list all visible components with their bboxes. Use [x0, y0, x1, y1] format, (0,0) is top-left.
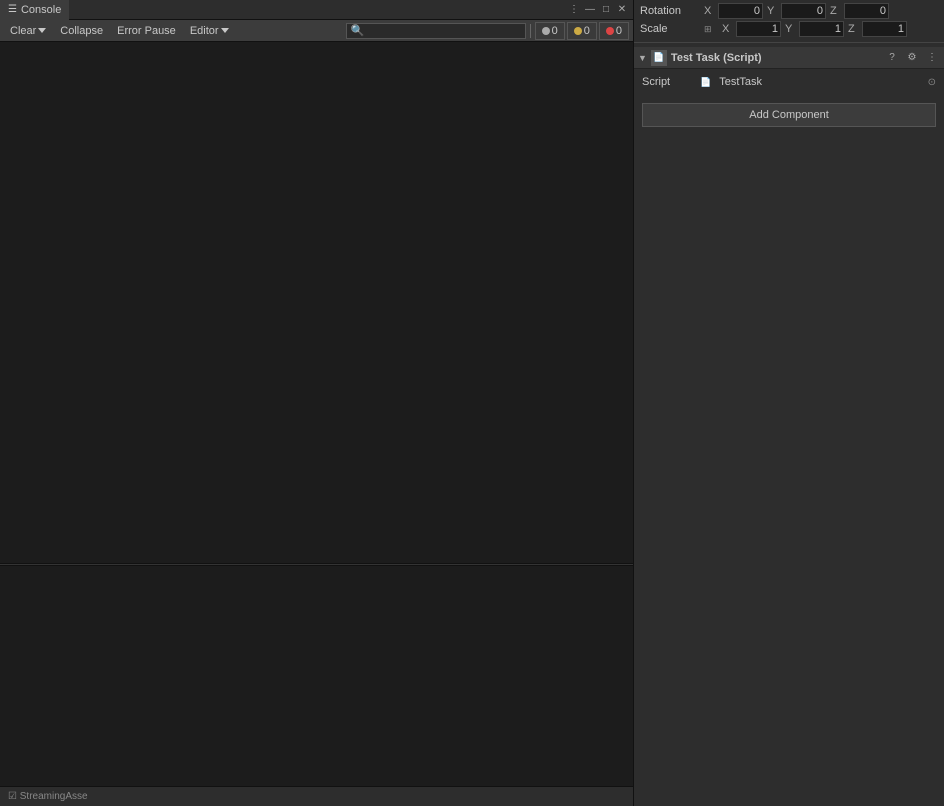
- info-count: 0: [552, 25, 558, 37]
- console-tab-label: Console: [21, 4, 61, 16]
- scale-row: Scale ⊞ X Y Z: [638, 20, 940, 38]
- component-help-button[interactable]: ?: [884, 50, 900, 66]
- script-locate-icon: ⊙: [928, 77, 936, 88]
- tab-controls: ⋮ — □ ✕: [567, 3, 633, 17]
- collapse-button[interactable]: Collapse: [54, 22, 109, 40]
- editor-label: Editor: [190, 25, 219, 37]
- console-icon: ☰: [8, 4, 17, 15]
- scale-z-label: Z: [848, 23, 860, 35]
- maximize-button[interactable]: □: [599, 3, 613, 17]
- rotation-y-label: Y: [767, 5, 779, 17]
- rotation-x-input[interactable]: [718, 3, 763, 19]
- rotation-row: Rotation X Y Z: [638, 2, 940, 20]
- error-badge[interactable]: 0: [599, 22, 629, 40]
- component-menu-button[interactable]: ⋮: [924, 50, 940, 66]
- script-label: Script: [642, 76, 692, 88]
- more-options-button[interactable]: ⋮: [567, 3, 581, 17]
- console-tab-bar: ☰ Console ⋮ — □ ✕: [0, 0, 633, 20]
- script-ref-name: TestTask: [719, 76, 762, 88]
- scale-y-field: Y: [785, 21, 844, 37]
- rotation-z-field: Z: [830, 3, 889, 19]
- warning-badge[interactable]: 0: [567, 22, 597, 40]
- console-panel: ☰ Console ⋮ — □ ✕ Clear Collapse Error P…: [0, 0, 634, 806]
- bottom-bar-text: ☑ StreamingAsse: [8, 791, 88, 802]
- scale-y-input[interactable]: [799, 21, 844, 37]
- console-tab[interactable]: ☰ Console: [0, 0, 69, 20]
- clear-label: Clear: [10, 25, 36, 37]
- info-badge[interactable]: 0: [535, 22, 565, 40]
- rotation-y-field: Y: [767, 3, 826, 19]
- rotation-z-input[interactable]: [844, 3, 889, 19]
- warning-count: 0: [584, 25, 590, 37]
- inspector-panel: Rotation X Y Z Scale ⊞ X Y: [634, 0, 944, 806]
- script-row: Script 📄 TestTask ⊙: [642, 73, 936, 91]
- component-header[interactable]: ▼ 📄 Test Task (Script) ? ⚙ ⋮: [634, 47, 944, 69]
- component-icon: 📄: [653, 52, 664, 63]
- inspector-divider: [634, 42, 944, 43]
- scale-z-input[interactable]: [862, 21, 907, 37]
- add-component-button[interactable]: Add Component: [642, 103, 936, 127]
- test-task-component: ▼ 📄 Test Task (Script) ? ⚙ ⋮ Script 📄 Te…: [634, 47, 944, 95]
- console-bottom-bar: ☑ StreamingAsse: [0, 786, 633, 806]
- rotation-z-label: Z: [830, 5, 842, 17]
- script-ref-icon: 📄: [700, 77, 711, 88]
- script-locate-button[interactable]: ⊙: [928, 76, 936, 88]
- error-pause-button[interactable]: Error Pause: [111, 22, 182, 40]
- component-settings-button[interactable]: ⚙: [904, 50, 920, 66]
- editor-button[interactable]: Editor: [184, 22, 235, 40]
- rotation-x-label: X: [704, 5, 716, 17]
- scale-x-field: X: [722, 21, 781, 37]
- component-icon-box: 📄: [651, 50, 667, 66]
- warning-dot: [574, 27, 582, 35]
- error-count: 0: [616, 25, 622, 37]
- editor-dropdown-icon: [221, 28, 229, 33]
- console-log-area: [0, 42, 633, 563]
- clear-dropdown-icon: [38, 28, 46, 33]
- scale-label: Scale: [640, 23, 700, 35]
- rotation-x-field: X: [704, 3, 763, 19]
- scale-z-field: Z: [848, 21, 907, 37]
- add-component-area: Add Component: [634, 95, 944, 135]
- component-title: Test Task (Script): [671, 52, 880, 64]
- search-input[interactable]: [346, 23, 526, 39]
- scale-x-label: X: [722, 23, 734, 35]
- scale-link-icon: ⊞: [704, 24, 718, 35]
- error-dot: [606, 27, 614, 35]
- rotation-label: Rotation: [640, 5, 700, 17]
- minimize-button[interactable]: —: [583, 3, 597, 17]
- info-dot: [542, 27, 550, 35]
- component-body: Script 📄 TestTask ⊙: [634, 69, 944, 95]
- transform-rotation-section: Rotation X Y Z Scale ⊞ X Y: [634, 0, 944, 40]
- console-detail-area: [0, 566, 633, 786]
- clear-button[interactable]: Clear: [4, 22, 52, 40]
- scale-y-label: Y: [785, 23, 797, 35]
- console-toolbar: Clear Collapse Error Pause Editor 0 0 0: [0, 20, 633, 42]
- toolbar-separator: [530, 24, 531, 38]
- component-expand-icon: ▼: [638, 53, 647, 63]
- close-button[interactable]: ✕: [615, 3, 629, 17]
- scale-x-input[interactable]: [736, 21, 781, 37]
- rotation-y-input[interactable]: [781, 3, 826, 19]
